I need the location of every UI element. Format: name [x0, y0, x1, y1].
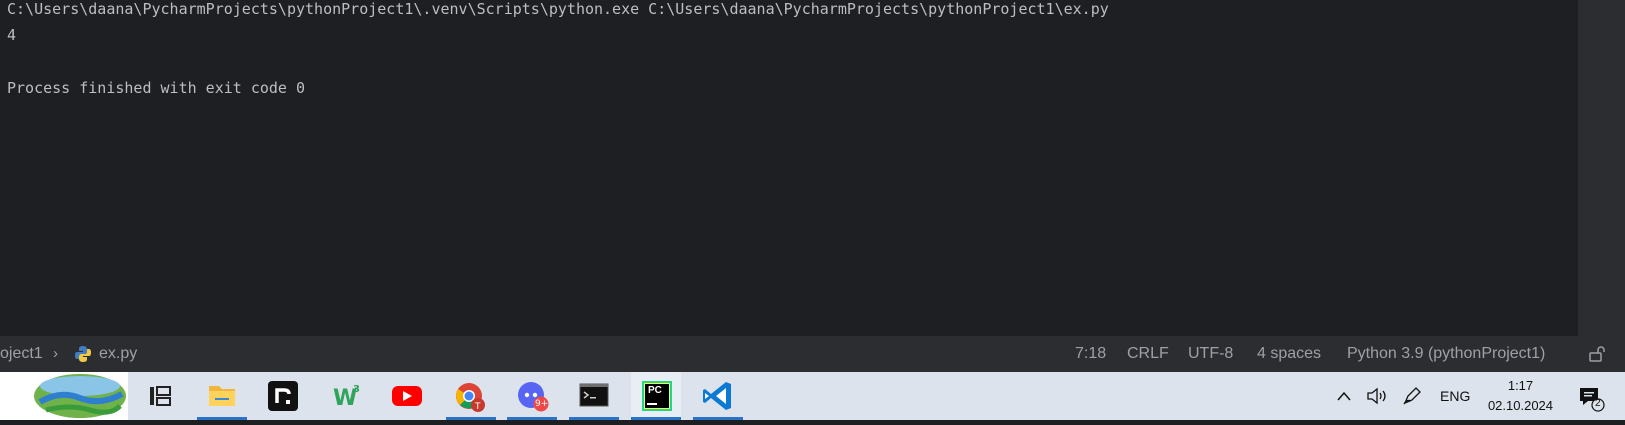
- volume-icon[interactable]: [1366, 386, 1388, 406]
- youtube-button[interactable]: [382, 372, 432, 420]
- status-bar: oject1 › ex.py 7:18 CRLF UTF-8 4 spaces …: [0, 336, 1625, 372]
- svg-text:T: T: [474, 402, 481, 412]
- language-indicator[interactable]: ENG: [1440, 372, 1470, 420]
- chrome-button[interactable]: T: [446, 372, 496, 420]
- python-interpreter[interactable]: Python 3.9 (pythonProject1): [1347, 336, 1545, 372]
- pycharm-label: PC: [648, 385, 662, 396]
- terminal-button[interactable]: [569, 372, 619, 420]
- notification-badge: 9+: [535, 399, 549, 409]
- landscape-logo-icon: [34, 374, 126, 418]
- caret-position[interactable]: 7:18: [1075, 336, 1106, 372]
- task-view-icon: [150, 386, 171, 406]
- r-app-button[interactable]: [258, 372, 308, 420]
- notification-count: 2: [1595, 398, 1601, 409]
- notifications-button[interactable]: 2: [1577, 384, 1605, 412]
- w3-app-icon: W 3: [333, 384, 360, 411]
- chevron-up-icon[interactable]: [1336, 389, 1352, 403]
- terminal-icon: [579, 383, 609, 407]
- w3-app-button[interactable]: W 3: [320, 372, 370, 420]
- run-console[interactable]: C:\Users\daana\PycharmProjects\pythonPro…: [0, 0, 1578, 336]
- discord-icon: [518, 382, 549, 412]
- r-app-icon: [268, 381, 298, 411]
- vscode-button[interactable]: [693, 372, 743, 420]
- python-file-icon: [75, 346, 91, 362]
- clock[interactable]: 1:17 02.10.2024: [1483, 372, 1558, 420]
- console-line: C:\Users\daana\PycharmProjects\pythonPro…: [7, 0, 1109, 18]
- console-line: 4: [7, 26, 17, 44]
- console-line: Process finished with exit code 0: [7, 79, 306, 97]
- file-explorer-button[interactable]: [197, 372, 247, 420]
- discord-button[interactable]: 9+: [507, 372, 557, 420]
- pycharm-button[interactable]: PC: [631, 372, 681, 420]
- unlock-icon[interactable]: [1588, 345, 1606, 363]
- breadcrumb-file[interactable]: ex.py: [99, 336, 137, 372]
- task-view-button[interactable]: [135, 372, 185, 420]
- line-separator[interactable]: CRLF: [1127, 336, 1169, 372]
- svg-text:3: 3: [353, 384, 360, 395]
- right-tool-strip: [1578, 0, 1625, 336]
- youtube-icon: [392, 386, 422, 406]
- clock-date: 02.10.2024: [1487, 398, 1554, 413]
- start-button[interactable]: [0, 372, 128, 420]
- vscode-icon: [703, 382, 731, 410]
- breadcrumb-project[interactable]: oject1: [0, 336, 43, 372]
- pen-icon[interactable]: [1401, 385, 1423, 407]
- windows-taskbar: W 3 T 9+ PC ENG 1:17 02.10.2024 2: [0, 372, 1625, 420]
- indent-setting[interactable]: 4 spaces: [1257, 336, 1321, 372]
- breadcrumb-separator: ›: [53, 345, 58, 362]
- file-encoding[interactable]: UTF-8: [1188, 336, 1233, 372]
- chrome-icon: T: [456, 383, 485, 412]
- clock-time: 1:17: [1507, 378, 1534, 393]
- file-explorer-icon: [209, 386, 235, 406]
- pycharm-icon: [642, 381, 672, 411]
